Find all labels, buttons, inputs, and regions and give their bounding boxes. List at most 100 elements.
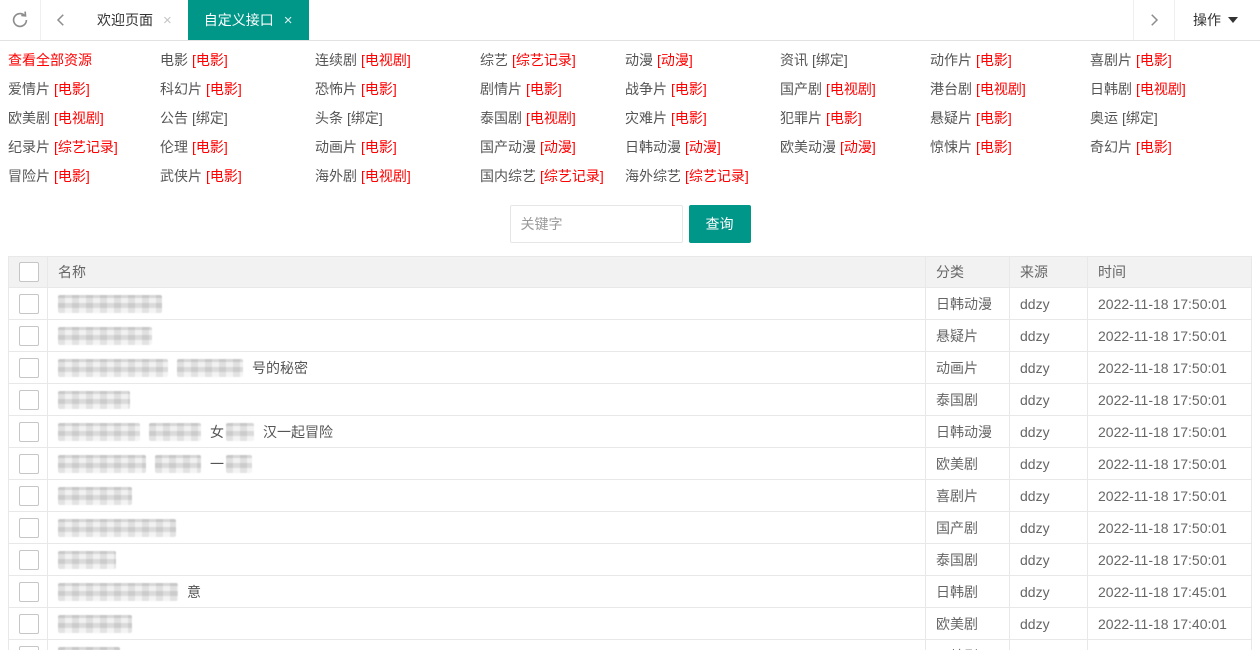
redacted-text — [155, 454, 201, 473]
row-checkbox[interactable] — [19, 421, 39, 442]
category-link-24[interactable]: 纪录片 [综艺记录] — [8, 133, 160, 162]
source-cell: ddzy — [1009, 543, 1088, 576]
redacted-text — [58, 294, 162, 313]
tab-1[interactable]: 自定义接口 × — [187, 0, 309, 40]
category-tag: [电影] — [1136, 52, 1172, 68]
column-header: 来源 — [1009, 256, 1088, 288]
row-checkbox[interactable] — [19, 485, 39, 506]
category-link-16[interactable]: 欧美剧 [电视剧] — [8, 104, 160, 133]
table-row-5: 一 欧美剧 ddzy 2022-11-18 17:50:01 — [8, 447, 1252, 480]
row-checkbox[interactable] — [19, 453, 39, 474]
category-name: 头条 — [315, 110, 343, 126]
category-link-30[interactable]: 惊悚片 [电影] — [930, 133, 1090, 162]
scroll-left-button[interactable] — [41, 0, 81, 40]
category-link-33[interactable]: 武侠片 [电影] — [160, 162, 315, 191]
tab-close-icon[interactable]: × — [163, 13, 172, 28]
row-checkbox[interactable] — [19, 293, 39, 314]
category-tag: [电影] — [976, 52, 1012, 68]
table-row-10: 欧美剧 ddzy 2022-11-18 17:40:01 — [8, 607, 1252, 640]
source-cell: ddzy — [1009, 319, 1088, 352]
category-link-9[interactable]: 科幻片 [电影] — [160, 75, 315, 104]
time-cell: 2022-11-18 17:45:01 — [1087, 575, 1252, 608]
category-link-15[interactable]: 日韩剧 [电视剧] — [1090, 75, 1260, 104]
category-link-35[interactable]: 国内综艺 [综艺记录] — [480, 162, 625, 191]
category-link-1[interactable]: 电影 [电影] — [160, 46, 315, 75]
row-checkbox[interactable] — [19, 613, 39, 634]
category-link-10[interactable]: 恐怖片 [电影] — [315, 75, 480, 104]
category-link-5[interactable]: 资讯 [绑定] — [780, 46, 930, 75]
category-link-32[interactable]: 冒险片 [电影] — [8, 162, 160, 191]
row-checkbox[interactable] — [19, 389, 39, 410]
category-link-3[interactable]: 综艺 [综艺记录] — [480, 46, 625, 75]
name-cell — [47, 511, 926, 544]
category-link-19[interactable]: 泰国剧 [电视剧] — [480, 104, 625, 133]
row-checkbox[interactable] — [19, 581, 39, 602]
category-name: 冒险片 — [8, 168, 50, 184]
redacted-text — [58, 358, 168, 377]
row-checkbox[interactable] — [19, 357, 39, 378]
category-link-6[interactable]: 动作片 [电影] — [930, 46, 1090, 75]
category-tag: [电影] — [671, 81, 707, 97]
category-cell: 欧美剧 — [925, 607, 1010, 640]
category-tag: [电视剧] — [976, 81, 1026, 97]
category-link-2[interactable]: 连续剧 [电视剧] — [315, 46, 480, 75]
category-tag: [电影] — [1136, 139, 1172, 155]
row-checkbox[interactable] — [19, 325, 39, 346]
category-link-22[interactable]: 悬疑片 [电影] — [930, 104, 1090, 133]
category-name: 犯罪片 — [780, 110, 822, 126]
tab-close-icon[interactable]: × — [284, 13, 293, 28]
category-link-11[interactable]: 剧情片 [电影] — [480, 75, 625, 104]
category-link-8[interactable]: 爱情片 [电影] — [8, 75, 160, 104]
row-checkbox[interactable] — [19, 517, 39, 538]
category-link-26[interactable]: 动画片 [电影] — [315, 133, 480, 162]
search-button[interactable]: 查询 — [688, 205, 751, 243]
category-link-14[interactable]: 港台剧 [电视剧] — [930, 75, 1090, 104]
category-tag: [电影] — [361, 81, 397, 97]
row-checkbox-cell — [8, 575, 48, 608]
category-name: 武侠片 — [160, 168, 202, 184]
category-tag: [电影] — [206, 81, 242, 97]
search-input[interactable] — [509, 205, 683, 243]
category-link-21[interactable]: 犯罪片 [电影] — [780, 104, 930, 133]
category-link-29[interactable]: 欧美动漫 [动漫] — [780, 133, 930, 162]
category-link-0[interactable]: 查看全部资源 — [8, 46, 160, 75]
actions-dropdown[interactable]: 操作 — [1175, 0, 1260, 40]
category-link-7[interactable]: 喜剧片 [电影] — [1090, 46, 1260, 75]
row-checkbox[interactable] — [19, 645, 39, 650]
category-link-23[interactable]: 奥运 [绑定] — [1090, 104, 1260, 133]
row-checkbox-cell — [8, 383, 48, 416]
category-link-12[interactable]: 战争片 [电影] — [625, 75, 780, 104]
name-cell: 女 汉一起冒险 — [47, 415, 926, 448]
category-tag: [电影] — [206, 168, 242, 184]
category-link-34[interactable]: 海外剧 [电视剧] — [315, 162, 480, 191]
category-link-13[interactable]: 国产剧 [电视剧] — [780, 75, 930, 104]
row-checkbox-cell — [8, 319, 48, 352]
row-checkbox[interactable] — [19, 549, 39, 570]
category-link-4[interactable]: 动漫 [动漫] — [625, 46, 780, 75]
tab-0[interactable]: 欢迎页面 × — [81, 0, 188, 40]
category-link-31[interactable]: 奇幻片 [电影] — [1090, 133, 1260, 162]
scroll-right-button[interactable] — [1134, 0, 1174, 40]
column-header: 分类 — [925, 256, 1010, 288]
category-link-27[interactable]: 国产动漫 [动漫] — [480, 133, 625, 162]
source-cell: ddzy — [1009, 415, 1088, 448]
tab-bar: 欢迎页面 × 自定义接口 × 操作 — [0, 0, 1260, 41]
category-link-25[interactable]: 伦理 [电影] — [160, 133, 315, 162]
category-name: 国内综艺 — [480, 168, 536, 184]
refresh-button[interactable] — [0, 0, 40, 40]
redacted-text — [58, 390, 130, 409]
category-name: 泰国剧 — [480, 110, 522, 126]
category-name: 连续剧 — [315, 52, 357, 68]
category-tag: [电影] — [826, 110, 862, 126]
category-name: 战争片 — [625, 81, 667, 97]
category-link-28[interactable]: 日韩动漫 [动漫] — [625, 133, 780, 162]
category-link-17[interactable]: 公告 [绑定] — [160, 104, 315, 133]
redacted-text — [58, 518, 176, 537]
category-name: 奇幻片 — [1090, 139, 1132, 155]
table-row-4: 女 汉一起冒险 日韩动漫 ddzy 2022-11-18 17:50:01 — [8, 415, 1252, 448]
category-link-20[interactable]: 灾难片 [电影] — [625, 104, 780, 133]
row-checkbox-cell — [8, 351, 48, 384]
category-link-36[interactable]: 海外综艺 [综艺记录] — [625, 162, 780, 191]
select-all-checkbox[interactable] — [19, 262, 39, 282]
category-link-18[interactable]: 头条 [绑定] — [315, 104, 480, 133]
